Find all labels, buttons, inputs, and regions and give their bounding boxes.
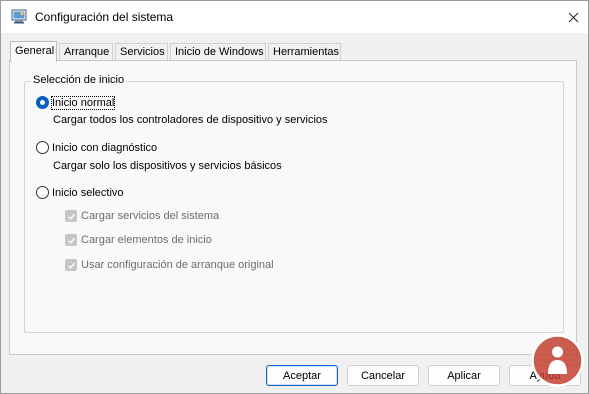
tab-arranque[interactable]: Arranque (59, 43, 113, 61)
normal-startup-label[interactable]: Inicio normal (50, 95, 116, 110)
radio-selective-startup[interactable]: Inicio selectivo (36, 186, 124, 199)
load-system-services-label: Cargar servicios del sistema (81, 210, 220, 222)
checkbox-disabled-checked (65, 234, 77, 246)
diagnostic-startup-label[interactable]: Inicio con diagnóstico (52, 142, 157, 154)
checkbox-use-original-boot-config: Usar configuración de arranque original (65, 259, 274, 271)
cancel-button[interactable]: Cancelar (347, 365, 419, 386)
radio-button-checked[interactable] (36, 96, 49, 109)
checkbox-load-startup-items: Cargar elementos de inicio (65, 234, 212, 246)
radio-normal-startup[interactable]: Inicio normal (36, 95, 116, 110)
close-icon[interactable] (557, 1, 589, 33)
system-config-icon (11, 9, 27, 24)
selective-startup-label[interactable]: Inicio selectivo (52, 187, 124, 199)
general-tab-panel: Selección de inicio Inicio normal Cargar… (9, 60, 577, 355)
checkbox-disabled-checked (65, 259, 77, 271)
normal-startup-description: Cargar todos los controladores de dispos… (53, 114, 328, 126)
tab-inicio-de-windows[interactable]: Inicio de Windows (170, 43, 266, 61)
accept-button[interactable]: Aceptar (266, 365, 338, 386)
window-title: Configuración del sistema (35, 10, 174, 24)
radio-button[interactable] (36, 186, 49, 199)
tab-herramientas[interactable]: Herramientas (268, 43, 341, 61)
msconfig-window: Configuración del sistema General Arranq… (0, 0, 589, 394)
diagnostic-startup-description: Cargar solo los dispositivos y servicios… (53, 160, 282, 172)
use-original-boot-config-label: Usar configuración de arranque original (81, 259, 274, 271)
checkbox-load-system-services: Cargar servicios del sistema (65, 210, 219, 222)
tab-general[interactable]: General (10, 41, 57, 62)
title-bar: Configuración del sistema (1, 1, 588, 33)
radio-diagnostic-startup[interactable]: Inicio con diagnóstico (36, 141, 157, 154)
solvetic-logo (530, 333, 585, 388)
apply-button[interactable]: Aplicar (428, 365, 500, 386)
startup-selection-legend: Selección de inicio (31, 74, 127, 86)
load-startup-items-label: Cargar elementos de inicio (81, 234, 212, 246)
radio-button[interactable] (36, 141, 49, 154)
tab-servicios[interactable]: Servicios (115, 43, 168, 61)
checkbox-disabled-checked (65, 210, 77, 222)
